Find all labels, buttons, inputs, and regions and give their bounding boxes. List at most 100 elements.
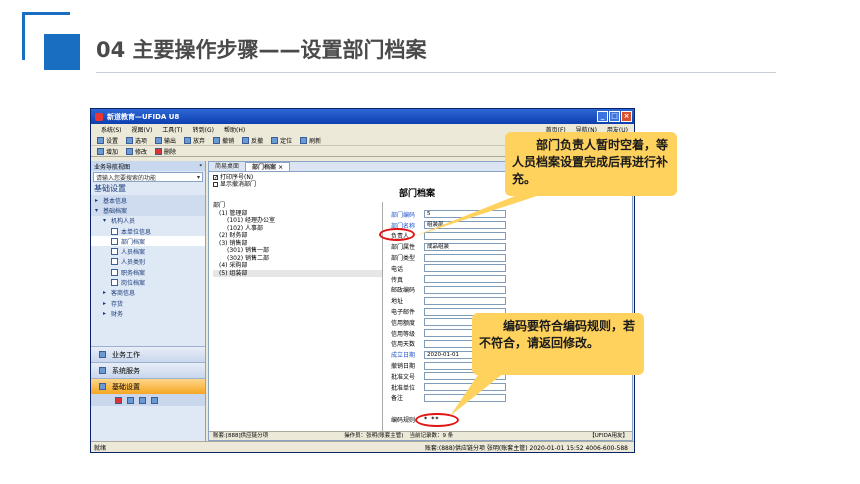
- nav-search-input[interactable]: 请输入您要搜索的功能 ▾: [93, 172, 203, 182]
- revoke-button[interactable]: 反撤: [242, 136, 263, 145]
- quick-icon-3[interactable]: [139, 396, 146, 404]
- system-service-button[interactable]: 系统服务: [91, 362, 205, 378]
- nav-item[interactable]: 人员类别: [91, 257, 205, 267]
- nav-item[interactable]: 本单位信息: [91, 226, 205, 236]
- tree-node[interactable]: (102) 人事部: [213, 225, 382, 233]
- refresh-button[interactable]: 刷新: [300, 136, 321, 145]
- dropdown-icon[interactable]: ▾: [197, 174, 200, 181]
- print-serial-checkbox[interactable]: ✓: [213, 175, 218, 181]
- quick-icon-2[interactable]: [127, 396, 134, 404]
- tree-node[interactable]: (101) 经理办公室: [213, 217, 382, 225]
- nav-item-label: 岗位档案: [121, 280, 146, 288]
- nav-arrow-icon: ▸: [95, 196, 99, 204]
- form-row: 传真: [391, 274, 631, 285]
- field-input[interactable]: 5: [424, 210, 506, 219]
- nav-item[interactable]: ▸ 基本信息: [91, 195, 205, 206]
- tree-node[interactable]: (302) 销售二部: [213, 255, 382, 263]
- form-row: 电话: [391, 263, 631, 274]
- field-input[interactable]: [424, 275, 506, 284]
- menu-help[interactable]: 帮助(H): [224, 125, 245, 134]
- field-input[interactable]: [424, 231, 506, 240]
- form-row: 部门编码 5: [391, 209, 631, 220]
- add-button[interactable]: 增加: [97, 147, 118, 156]
- highlight-code-rule: [415, 413, 459, 427]
- nav-arrow-icon: ▾: [103, 217, 107, 225]
- field-input[interactable]: [424, 253, 506, 262]
- field-input[interactable]: [424, 264, 506, 273]
- business-icon: [99, 351, 106, 358]
- show-revoked-checkbox[interactable]: [213, 182, 218, 187]
- pin-icon[interactable]: ᵠ: [200, 163, 203, 170]
- nav-item[interactable]: ▸ 财务: [91, 308, 205, 318]
- doc-icon: [111, 227, 118, 235]
- delete-button[interactable]: 删除: [155, 147, 176, 156]
- highlight-responsible-field: [379, 228, 415, 241]
- field-label: 信用天数: [391, 341, 416, 349]
- tree-node[interactable]: (3) 销售部: [213, 240, 382, 248]
- tab-simple-desktop[interactable]: 简易桌面: [209, 162, 245, 171]
- field-label: 部门属性: [391, 244, 416, 252]
- tree-node[interactable]: (2) 财务部: [213, 232, 382, 240]
- nav-title: 基础设置: [94, 184, 126, 193]
- nav-item[interactable]: ▾ 机构人员: [91, 216, 205, 226]
- field-input[interactable]: [424, 393, 506, 402]
- quick-icon-4[interactable]: [151, 396, 158, 404]
- callout-code-rule-note: 编码要符合编码规则，若不符合，请返回修改。: [472, 313, 644, 375]
- nav-item[interactable]: 部门档案: [91, 236, 205, 247]
- field-label: 成立日期: [391, 352, 416, 360]
- basic-settings-button[interactable]: 基础设置: [91, 378, 205, 394]
- options-icon: [126, 136, 134, 144]
- edit-button[interactable]: 修改: [126, 147, 147, 156]
- field-label: 批准文号: [391, 373, 416, 381]
- tab-department-archive[interactable]: 部门档案 ×: [245, 162, 291, 171]
- undo-button[interactable]: 撤销: [213, 136, 234, 145]
- form-row: 部门类型: [391, 252, 631, 263]
- field-input[interactable]: [424, 383, 506, 392]
- menu-goto[interactable]: 转到(G): [193, 125, 214, 134]
- nav-item[interactable]: ▸ 客商信息: [91, 288, 205, 298]
- form-row: 备注: [391, 393, 631, 404]
- field-input[interactable]: 组装部: [424, 221, 506, 230]
- form-row: 批准单位: [391, 382, 631, 393]
- field-label: 撤销日期: [391, 363, 416, 371]
- discard-button[interactable]: 放弃: [184, 136, 205, 145]
- business-work-button[interactable]: 业务工作: [91, 346, 205, 362]
- tree-node[interactable]: (4) 采购部: [213, 262, 382, 270]
- field-label: 传真: [391, 276, 404, 284]
- nav-item[interactable]: ▸ 存货: [91, 298, 205, 308]
- field-label: 电话: [391, 265, 404, 273]
- menu-tools[interactable]: 工具(T): [162, 125, 182, 134]
- field-input[interactable]: 成品组装: [424, 242, 506, 251]
- minimize-button[interactable]: _: [597, 111, 608, 122]
- output-button[interactable]: 输出: [155, 136, 176, 145]
- tree-node[interactable]: (5) 组装部: [213, 269, 382, 277]
- maximize-button[interactable]: □: [609, 111, 620, 122]
- menu-view[interactable]: 视图(V): [132, 125, 153, 134]
- window-status-bar: 就绪 账套:(888)供应链分项 张明(账套主管) 2020-01-01 15:…: [91, 441, 634, 452]
- field-input[interactable]: [424, 296, 506, 305]
- doc-icon: [111, 248, 118, 256]
- quick-icon-1[interactable]: [115, 396, 122, 404]
- field-label: 备注: [391, 395, 404, 403]
- nav-item[interactable]: ▾ 基础档案: [91, 205, 205, 216]
- options-button[interactable]: 选项: [126, 136, 147, 145]
- options-area: ✓ 打印序号(N) 显示撤消部门: [213, 174, 257, 188]
- undo-icon: [213, 136, 221, 144]
- settings-button[interactable]: 设置: [97, 136, 118, 145]
- form-title: 部门档案: [399, 189, 436, 199]
- locate-button[interactable]: 定位: [271, 136, 292, 145]
- nav-item[interactable]: 人员档案: [91, 246, 205, 256]
- department-tree: 部门 (1) 管理部 (101) 经理办公室 (102) 人事部 (2) 财务部 (3) …: [213, 202, 383, 432]
- nav-item[interactable]: 岗位档案: [91, 277, 205, 287]
- title-decoration-square: [44, 34, 80, 70]
- tree-node[interactable]: (1) 管理部: [213, 210, 382, 218]
- doc-icon: [111, 279, 118, 287]
- close-button[interactable]: ×: [621, 111, 632, 122]
- nav-item-label: 人员类别: [121, 259, 146, 267]
- menu-system[interactable]: 系统(S): [101, 125, 122, 134]
- tree-node[interactable]: (301) 销售一部: [213, 247, 382, 255]
- tree-node[interactable]: 部门: [213, 202, 382, 210]
- field-input[interactable]: [424, 285, 506, 294]
- field-label: 信用等级: [391, 330, 416, 338]
- nav-item[interactable]: 职务档案: [91, 267, 205, 277]
